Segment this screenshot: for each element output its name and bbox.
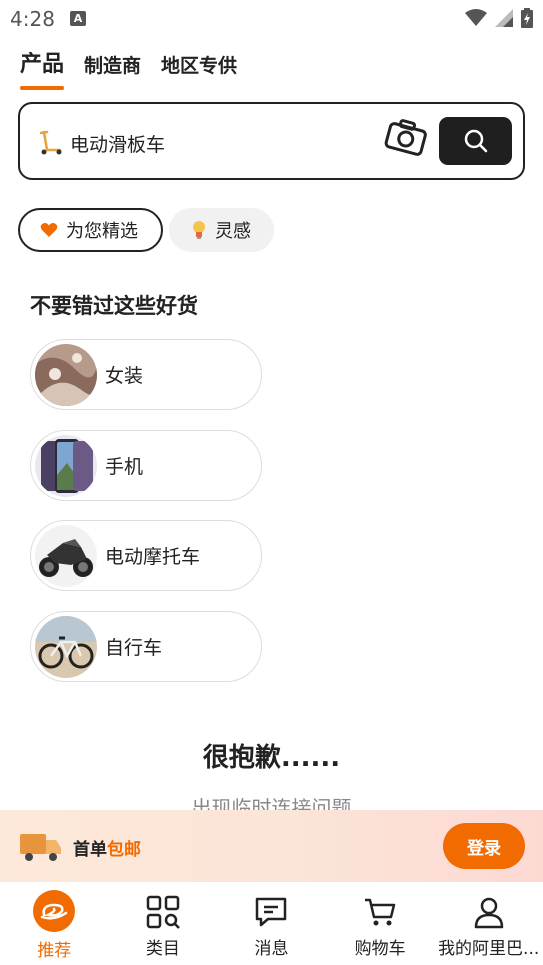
pill-for-you[interactable]: 为您精选 — [18, 208, 163, 252]
battery-icon — [521, 8, 533, 28]
home-logo-icon — [33, 890, 76, 932]
category-label: 电动摩托车 — [105, 546, 201, 568]
status-icons — [465, 8, 533, 28]
wifi-icon — [465, 9, 487, 26]
nav-label: 推荐 — [37, 941, 72, 961]
cart-icon — [362, 894, 398, 930]
search-input[interactable]: 电动滑板车 — [70, 130, 165, 157]
error-title: 很抱歉...... — [202, 743, 341, 773]
nav-messages[interactable]: 消息 — [217, 882, 326, 965]
nav-cart[interactable]: 购物车 — [326, 882, 435, 965]
status-bar: 4:28 A — [0, 0, 543, 38]
phone-thumbnail — [35, 434, 97, 497]
camera-icon[interactable] — [384, 118, 428, 158]
section-title: 不要错过这些好货 — [30, 294, 198, 318]
heart-icon — [40, 223, 58, 237]
women-clothing-thumbnail — [35, 343, 97, 406]
signal-icon — [495, 9, 513, 27]
bicycle-thumbnail — [35, 615, 97, 678]
message-icon — [253, 894, 289, 930]
pill-inspiration-label: 灵感 — [215, 221, 251, 242]
tab-regional[interactable]: 地区专供 — [161, 51, 237, 90]
truck-icon — [20, 834, 61, 861]
search-bar[interactable]: 电动滑板车 — [18, 102, 525, 180]
lightbulb-icon — [193, 221, 205, 239]
category-phones[interactable]: 手机 — [30, 430, 262, 501]
nav-label: 消息 — [254, 939, 289, 959]
pill-for-you-label: 为您精选 — [66, 221, 138, 242]
promo-text-prefix: 首单 — [73, 840, 107, 860]
category-bicycle[interactable]: 自行车 — [30, 611, 262, 682]
bottom-nav: 推荐 类目 消息 购物车 我的阿里巴... — [0, 882, 543, 965]
error-subtitle: 出现临时连接问题 — [191, 796, 352, 810]
profile-icon — [471, 894, 507, 930]
search-icon — [464, 129, 487, 153]
nav-label: 类目 — [145, 939, 180, 959]
motorcycle-thumbnail — [35, 524, 97, 587]
category-search-icon — [145, 894, 181, 930]
scooter-icon — [39, 130, 62, 155]
top-tabs: 产品 制造商 地区专供 — [20, 46, 237, 90]
promo-banner: 首单包邮 登录 — [0, 810, 543, 882]
category-women-clothing[interactable]: 女装 — [30, 339, 262, 410]
status-time: 4:28 — [10, 7, 55, 31]
category-label: 手机 — [105, 456, 144, 478]
nav-my-alibaba[interactable]: 我的阿里巴... — [434, 882, 543, 965]
a-badge-icon: A — [70, 11, 86, 26]
tab-manufacturers[interactable]: 制造商 — [84, 51, 141, 90]
category-label: 女装 — [105, 365, 144, 387]
nav-label: 购物车 — [354, 939, 406, 959]
promo-text-accent: 包邮 — [107, 840, 141, 860]
nav-categories[interactable]: 类目 — [109, 882, 218, 965]
nav-recommend[interactable]: 推荐 — [0, 882, 109, 965]
category-label: 自行车 — [105, 637, 163, 659]
category-electric-motorcycle[interactable]: 电动摩托车 — [30, 520, 262, 591]
pill-inspiration[interactable]: 灵感 — [169, 208, 274, 252]
search-button[interactable] — [439, 117, 512, 165]
nav-label: 我的阿里巴... — [438, 939, 540, 959]
promo-text: 首单包邮 — [73, 835, 141, 860]
login-button[interactable]: 登录 — [443, 823, 525, 869]
tab-products[interactable]: 产品 — [20, 46, 65, 90]
